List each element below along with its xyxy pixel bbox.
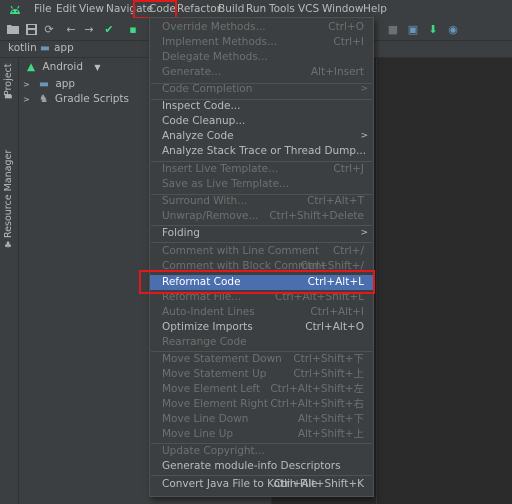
back-arrow-icon[interactable]: ←: [64, 22, 78, 36]
menu-file[interactable]: File: [34, 2, 52, 16]
avd-manager-icon[interactable]: ▣: [406, 22, 420, 36]
menu-item-generate-module-info[interactable]: Generate module-info Descriptors: [150, 459, 373, 474]
menu-item-surround-with[interactable]: Surround With... Ctrl+Alt+T: [150, 194, 373, 209]
hammer-icon[interactable]: ✔: [102, 22, 116, 36]
menu-item-move-element-left[interactable]: Move Element Left Ctrl+Alt+Shift+左: [150, 382, 373, 397]
editor-divider: [376, 58, 377, 504]
menu-item-move-statement-up[interactable]: Move Statement Up Ctrl+Shift+上: [150, 367, 373, 382]
resource-manager-icon: ♣: [4, 241, 13, 251]
menu-tools[interactable]: Tools: [269, 2, 295, 16]
android-studio-logo-icon: [10, 5, 20, 14]
menu-item-delegate-methods[interactable]: Delegate Methods...: [150, 50, 373, 65]
menu-vcs[interactable]: VCS: [298, 2, 319, 16]
sdk-manager-icon[interactable]: ⬇: [426, 22, 440, 36]
breadcrumb-module[interactable]: app: [54, 42, 74, 54]
menu-item-override-methods[interactable]: Override Methods... Ctrl+O: [150, 20, 373, 35]
menu-item-move-line-up[interactable]: Move Line Up Alt+Shift+上: [150, 427, 373, 442]
menu-item-auto-indent[interactable]: Auto-Indent Lines Ctrl+Alt+I: [150, 305, 373, 320]
left-tool-strip: Project ▬ Resource Manager ♣: [0, 58, 19, 504]
submenu-arrow-icon: >: [360, 228, 368, 238]
android-icon: ▲: [27, 61, 36, 73]
inspector-icon[interactable]: ◉: [446, 22, 460, 36]
menu-bar: File Edit View Navigate Code Refactor Bu…: [0, 0, 512, 18]
tree-node-label: Gradle Scripts: [54, 93, 130, 105]
menu-item-rearrange-code[interactable]: Rearrange Code: [150, 335, 373, 350]
expand-arrow-icon: >: [23, 80, 30, 89]
menu-item-convert-java-to-kotlin[interactable]: Convert Java File to Kotlin File Ctrl+Alt…: [150, 477, 373, 492]
submenu-arrow-icon: >: [360, 131, 368, 141]
tree-node-label: app: [55, 78, 76, 90]
chevron-down-icon: ▼: [94, 63, 101, 72]
menu-separator: [151, 475, 372, 476]
menu-item-move-line-down[interactable]: Move Line Down Alt+Shift+下: [150, 412, 373, 427]
folder-icon: ▬: [40, 42, 50, 54]
view-mode-label: Android: [42, 61, 84, 73]
expand-arrow-icon: >: [23, 95, 30, 104]
gradle-icon: ♞: [39, 93, 49, 105]
menu-item-optimize-imports[interactable]: Optimize Imports Ctrl+Alt+O: [150, 320, 373, 335]
module-folder-icon: ▬: [39, 78, 49, 90]
menu-item-move-statement-down[interactable]: Move Statement Down Ctrl+Shift+下: [150, 352, 373, 367]
menu-item-update-copyright[interactable]: Update Copyright...: [150, 444, 373, 459]
menu-item-generate[interactable]: Generate... Alt+Insert: [150, 65, 373, 80]
breadcrumb-project[interactable]: kotlin: [8, 42, 37, 54]
sync-icon[interactable]: ⟳: [42, 22, 56, 36]
menu-item-analyze-code[interactable]: Analyze Code >: [150, 129, 373, 144]
menu-item-unwrap-remove[interactable]: Unwrap/Remove... Ctrl+Shift+Delete: [150, 209, 373, 224]
menu-item-analyze-stack-trace[interactable]: Analyze Stack Trace or Thread Dump...: [150, 144, 373, 159]
reformat-code-highlight-box: [139, 270, 375, 294]
menu-item-insert-live-template[interactable]: Insert Live Template... Ctrl+J: [150, 162, 373, 177]
tree-node-gradle-scripts[interactable]: > ♞ Gradle Scripts: [23, 91, 129, 107]
menu-item-comment-line[interactable]: Comment with Line Comment Ctrl+/: [150, 244, 373, 259]
resource-manager-tool-tab[interactable]: Resource Manager: [3, 150, 14, 238]
menu-item-inspect-code[interactable]: Inspect Code...: [150, 99, 373, 114]
menu-separator: [151, 242, 372, 243]
menu-refactor[interactable]: Refactor: [177, 2, 221, 16]
menu-build[interactable]: Build: [218, 2, 244, 16]
submenu-arrow-icon: >: [360, 84, 368, 94]
save-icon[interactable]: [24, 22, 38, 36]
open-folder-icon[interactable]: [6, 22, 20, 36]
project-folder-icon: ▬: [4, 92, 13, 102]
menu-item-move-element-right[interactable]: Move Element Right Ctrl+Alt+Shift+右: [150, 397, 373, 412]
menu-help[interactable]: Help: [363, 2, 387, 16]
menu-edit[interactable]: Edit: [56, 2, 76, 16]
code-menu-dropdown: Override Methods... Ctrl+O Implement Meth…: [149, 17, 374, 497]
forward-arrow-icon[interactable]: →: [82, 22, 96, 36]
menu-item-folding[interactable]: Folding >: [150, 226, 373, 241]
menu-item-code-completion[interactable]: Code Completion >: [150, 82, 373, 97]
project-view-selector[interactable]: ▲ Android ▼: [27, 59, 101, 75]
menu-item-code-cleanup[interactable]: Code Cleanup...: [150, 114, 373, 129]
menu-view[interactable]: View: [79, 2, 104, 16]
menu-item-save-live-template[interactable]: Save as Live Template...: [150, 177, 373, 192]
menu-window[interactable]: Window: [322, 2, 363, 16]
tree-node-app[interactable]: > ▬ app: [23, 76, 75, 92]
stop-icon[interactable]: ■: [386, 22, 400, 36]
menu-run[interactable]: Run: [246, 2, 266, 16]
android-device-icon[interactable]: ▪: [126, 22, 140, 36]
menu-item-implement-methods[interactable]: Implement Methods... Ctrl+I: [150, 35, 373, 50]
